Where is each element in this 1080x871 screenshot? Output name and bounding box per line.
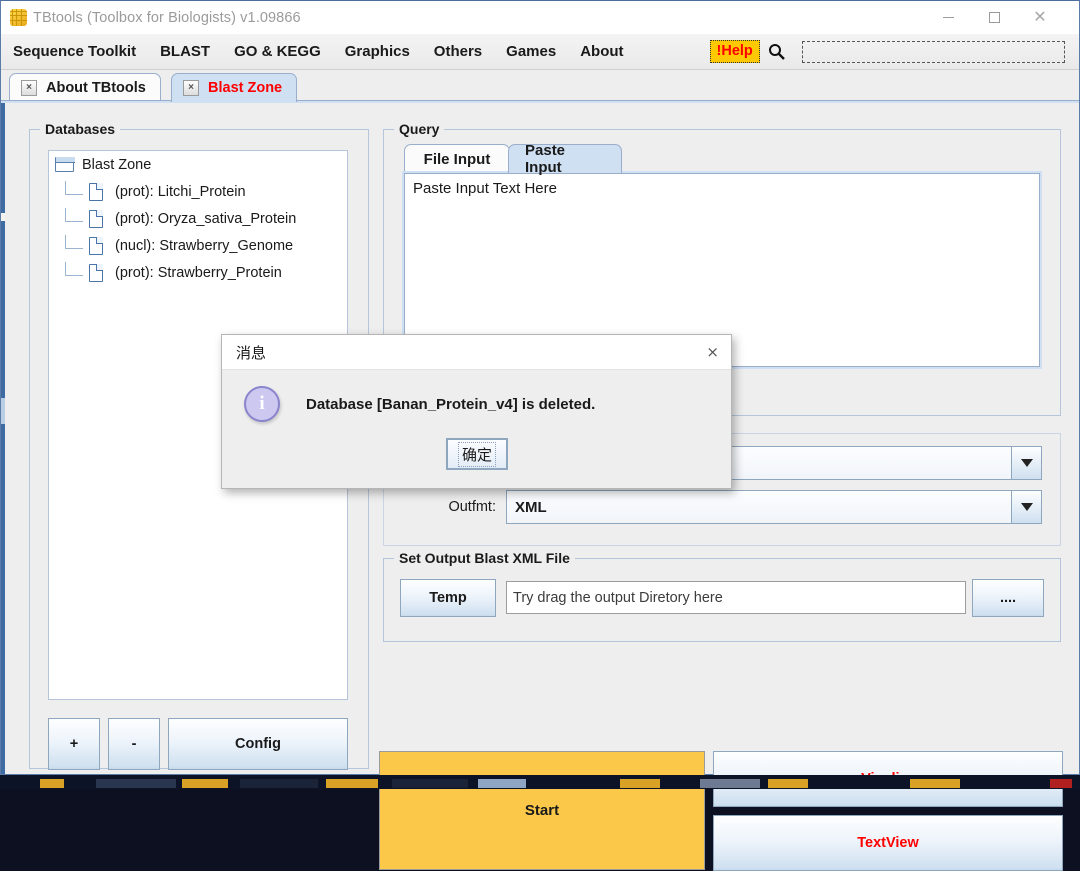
taskbar-item[interactable] xyxy=(478,779,526,788)
search-icon[interactable] xyxy=(766,41,788,63)
query-group-label: Query xyxy=(394,121,445,137)
tree-root-label: Blast Zone xyxy=(82,156,152,173)
taskbar-item[interactable] xyxy=(1050,779,1072,788)
tree-item-strawberry-protein[interactable]: (prot): Strawberry_Protein xyxy=(49,259,347,286)
tab-file-input[interactable]: File Input xyxy=(404,144,510,173)
minimize-icon xyxy=(942,16,954,18)
tree-item-label: (nucl): Strawberry_Genome xyxy=(115,237,294,254)
taskbar-item[interactable] xyxy=(182,779,228,788)
tab-about-tbtools-label: About TBtools xyxy=(46,80,146,96)
window-titlebar: TBtools (Toolbox for Biologists) v1.0986… xyxy=(1,1,1079,34)
tree-elbow-icon xyxy=(65,235,83,249)
menu-go-kegg[interactable]: GO & KEGG xyxy=(222,40,333,63)
outfmt-value: XML xyxy=(507,491,1011,523)
menu-graphics[interactable]: Graphics xyxy=(333,40,422,63)
dialog-body: i Database [Banan_Protein_v4] is deleted… xyxy=(222,370,731,422)
maximize-icon xyxy=(988,11,1000,23)
temp-button[interactable]: Temp xyxy=(400,579,496,617)
database-file-icon xyxy=(89,236,103,255)
tree-elbow-icon xyxy=(65,262,83,276)
tab-about-tbtools[interactable]: × About TBtools xyxy=(9,73,161,102)
message-dialog: 消息 × i Database [Banan_Protein_v4] is de… xyxy=(221,334,732,489)
outfmt-combobox[interactable]: XML xyxy=(506,490,1042,524)
search-input[interactable] xyxy=(801,40,1065,63)
tree-item-litchi-protein[interactable]: (prot): Litchi_Protein xyxy=(49,178,347,205)
output-file-group: Set Output Blast XML File Temp Try drag … xyxy=(383,550,1061,642)
tree-item-label: (prot): Oryza_sativa_Protein xyxy=(115,210,297,227)
database-file-icon xyxy=(89,263,103,282)
tab-blast-zone-label: Blast Zone xyxy=(208,80,283,96)
maximize-button[interactable] xyxy=(971,1,1017,33)
tab-blast-zone[interactable]: × Blast Zone xyxy=(171,73,298,102)
document-tabstrip: × About TBtools × Blast Zone xyxy=(1,70,1079,102)
close-icon: ✕ xyxy=(1033,7,1047,26)
taskbar-item[interactable] xyxy=(620,779,660,788)
config-button[interactable]: Config xyxy=(168,718,348,770)
dialog-titlebar: 消息 × xyxy=(222,335,731,370)
start-button[interactable]: Start xyxy=(379,751,705,870)
taskbar-item[interactable] xyxy=(700,779,760,788)
taskbar-item[interactable] xyxy=(240,779,318,788)
menu-blast[interactable]: BLAST xyxy=(148,40,222,63)
tree-root-node[interactable]: Blast Zone xyxy=(49,151,347,178)
browse-button[interactable]: .... xyxy=(972,579,1044,617)
tree-item-label: (prot): Strawberry_Protein xyxy=(115,264,282,281)
help-button[interactable]: !Help xyxy=(709,40,760,63)
textview-button[interactable]: TextView xyxy=(713,815,1063,871)
tree-item-label: (prot): Litchi_Protein xyxy=(115,183,246,200)
minimize-button[interactable] xyxy=(925,1,971,33)
chevron-down-icon[interactable] xyxy=(1011,447,1041,479)
menu-about[interactable]: About xyxy=(568,40,635,63)
tab-close-icon[interactable]: × xyxy=(183,80,199,96)
os-taskbar xyxy=(0,775,1080,789)
menu-games[interactable]: Games xyxy=(494,40,568,63)
databases-group-label: Databases xyxy=(40,121,121,137)
taskbar-item[interactable] xyxy=(40,779,64,788)
dialog-message: Database [Banan_Protein_v4] is deleted. xyxy=(306,395,596,413)
dialog-close-icon[interactable]: × xyxy=(706,343,719,361)
chevron-down-icon[interactable] xyxy=(1011,491,1041,523)
tree-elbow-icon xyxy=(65,181,83,195)
tree-item-strawberry-genome[interactable]: (nucl): Strawberry_Genome xyxy=(49,232,347,259)
tbtools-main-window: TBtools (Toolbox for Biologists) v1.0986… xyxy=(0,0,1080,871)
dialog-ok-button[interactable]: 确定 xyxy=(446,438,508,470)
remove-database-button[interactable]: - xyxy=(108,718,160,770)
outfmt-label: Outfmt: xyxy=(448,499,496,515)
info-icon: i xyxy=(244,386,280,422)
add-database-button[interactable]: + xyxy=(48,718,100,770)
left-rail-marker xyxy=(1,213,5,221)
database-file-icon xyxy=(89,209,103,228)
tab-paste-input[interactable]: Paste Input xyxy=(508,142,622,176)
dialog-title: 消息 xyxy=(236,344,267,362)
menu-others[interactable]: Others xyxy=(422,40,494,63)
tbtools-grid-icon xyxy=(10,9,27,26)
tree-item-oryza-sativa-protein[interactable]: (prot): Oryza_sativa_Protein xyxy=(49,205,347,232)
taskbar-item[interactable] xyxy=(910,779,960,788)
taskbar-item[interactable] xyxy=(768,779,808,788)
dialog-ok-label: 确定 xyxy=(457,441,496,467)
database-file-icon xyxy=(89,182,103,201)
close-window-button[interactable]: ✕ xyxy=(1017,1,1063,33)
main-menubar: Sequence Toolkit BLAST GO & KEGG Graphic… xyxy=(1,34,1079,70)
taskbar-item[interactable] xyxy=(326,779,378,788)
window-title: TBtools (Toolbox for Biologists) v1.0986… xyxy=(33,9,301,26)
menu-sequence-toolkit[interactable]: Sequence Toolkit xyxy=(1,40,148,63)
tree-elbow-icon xyxy=(65,208,83,222)
output-directory-input[interactable]: Try drag the output Diretory here xyxy=(506,581,966,614)
tab-close-icon[interactable]: × xyxy=(21,80,37,96)
left-scroll-thumb[interactable] xyxy=(1,398,5,424)
outfmt-row: Outfmt: XML xyxy=(394,490,1052,524)
output-group-label: Set Output Blast XML File xyxy=(394,550,575,566)
folder-icon xyxy=(55,157,75,172)
taskbar-item[interactable] xyxy=(392,779,468,788)
taskbar-item[interactable] xyxy=(96,779,176,788)
